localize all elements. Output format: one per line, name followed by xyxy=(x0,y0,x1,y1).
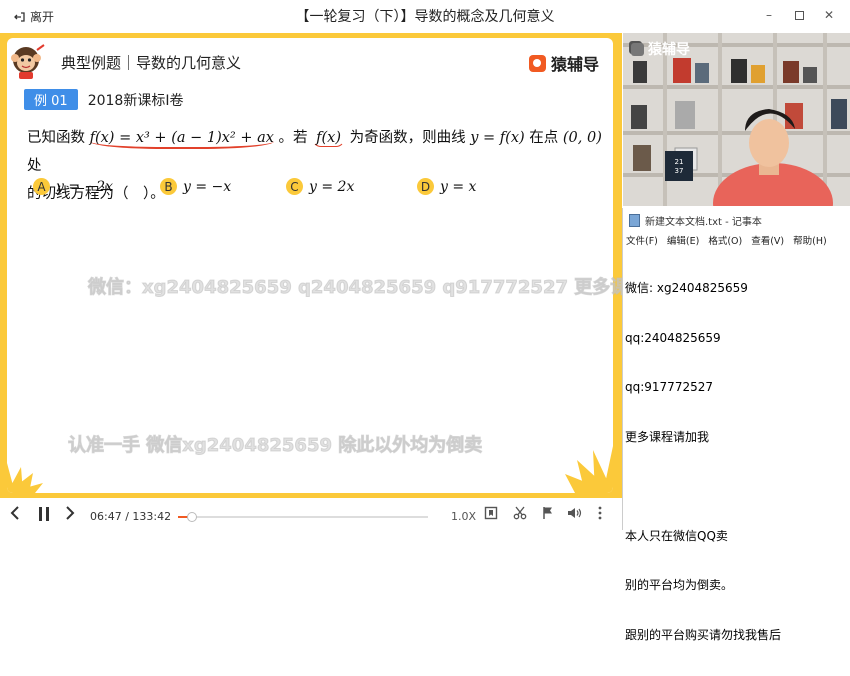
chevron-left-icon xyxy=(10,506,19,520)
camera-brand-text: 猿辅导 xyxy=(648,42,690,58)
notepad-menu-help[interactable]: 帮助(H) xyxy=(793,233,827,247)
slide-title: 典型例题｜导数的几何意义 xyxy=(61,54,242,72)
previous-button[interactable] xyxy=(10,506,20,520)
more-vertical-icon xyxy=(598,506,602,520)
pause-icon xyxy=(39,507,49,521)
choice-a[interactable]: A y = −2x xyxy=(33,178,113,195)
function-expression: f(x) = x³ + (a − 1)x² + ax xyxy=(89,130,274,149)
watermark-line1: 微信：xg2404825659 q2404825659 q917772527 更… xyxy=(87,277,647,299)
window-title: 【一轮复习（下）】导数的概念及几何意义 xyxy=(295,9,555,25)
bookmark-icon xyxy=(484,506,498,520)
current-time: 06:47 xyxy=(90,510,122,523)
notepad-window: 新建文本文档.txt - 记事本 文件(F) 编辑(E) 格式(O) 查看(V)… xyxy=(622,208,850,642)
speed-button[interactable]: 1.0X xyxy=(451,510,476,523)
brand-name: 猿辅导 xyxy=(550,55,599,74)
choice-d-text: y = x xyxy=(440,178,477,195)
bookmark-button[interactable] xyxy=(484,506,498,520)
answer-choices: A y = −2x B y = −x C y = 2x D y = x xyxy=(27,178,607,206)
choice-d[interactable]: D y = x xyxy=(417,178,476,195)
question-mid3: 在点 xyxy=(529,130,559,146)
notepad-menu-view[interactable]: 查看(V) xyxy=(751,233,784,247)
flag-icon xyxy=(543,507,552,519)
playback-time: 06:47 / 133:42 xyxy=(90,510,171,523)
progress-track[interactable] xyxy=(178,512,428,522)
corner-sunburst-icon xyxy=(7,463,43,493)
choice-b-text: y = −x xyxy=(183,178,232,195)
question-prefix: 已知函数 xyxy=(27,130,85,146)
notepad-menu-file[interactable]: 文件(F) xyxy=(626,233,658,247)
slide-frame: 典型例题｜导数的几何意义 猿辅导 例 01 2018新课标Ⅰ卷 已知函数 f(x… xyxy=(0,33,622,498)
curve-expression: y = f(x) xyxy=(470,130,525,146)
more-button[interactable] xyxy=(598,506,602,520)
flag-button[interactable] xyxy=(541,506,555,520)
point-expression: (0, 0) xyxy=(562,130,602,146)
watermark-line2: 认准一手 微信xg2404825659 除此以外均为倒卖 xyxy=(67,435,483,457)
notepad-menubar: 文件(F) 编辑(E) 格式(O) 查看(V) 帮助(H) xyxy=(626,233,827,247)
question-mid1: 。若 xyxy=(278,130,308,146)
monkey-mascot-icon xyxy=(11,44,45,79)
minimize-icon: – xyxy=(766,8,772,22)
brand-logo: 猿辅导 xyxy=(528,51,599,75)
notepad-line: qq:917772527 xyxy=(625,380,713,394)
clip-button[interactable] xyxy=(513,506,527,520)
chevron-right-icon xyxy=(66,506,75,520)
notepad-line xyxy=(625,478,849,495)
close-icon: ✕ xyxy=(823,8,835,22)
question-mid2: 为奇函数，则曲线 xyxy=(349,130,466,146)
camera-brand-logo: 猿辅导 xyxy=(631,39,690,59)
camera-feed: 21 37 猿辅导 xyxy=(623,33,850,206)
window-titlebar: 离开 【一轮复习（下）】导数的概念及几何意义 – ✕ xyxy=(0,0,850,32)
brand-icon xyxy=(528,54,546,72)
svg-text:37: 37 xyxy=(675,167,684,175)
camera-clock: 21 xyxy=(675,158,684,166)
leave-button[interactable]: 离开 xyxy=(14,8,54,25)
corner-sunburst-icon xyxy=(565,446,613,493)
choice-b-letter: B xyxy=(160,178,177,195)
function-fx: f(x) xyxy=(312,129,346,147)
question-end: 处 xyxy=(27,158,42,174)
notepad-titlebar: 新建文本文档.txt - 记事本 xyxy=(629,213,762,228)
choice-c[interactable]: C y = 2x xyxy=(286,178,354,195)
speaker-icon xyxy=(568,508,582,518)
notepad-menu-edit[interactable]: 编辑(E) xyxy=(667,233,699,247)
choice-d-letter: D xyxy=(417,178,434,195)
notepad-line: 跟别的平台购买请勿找我售后 xyxy=(625,627,782,642)
choice-c-letter: C xyxy=(286,178,303,195)
choice-c-text: y = 2x xyxy=(309,178,355,195)
notepad-line: 微信: xg2404825659 xyxy=(625,281,748,295)
exit-icon xyxy=(14,11,25,22)
maximize-icon xyxy=(794,10,804,20)
notepad-text-area[interactable]: 微信: xg2404825659 qq:2404825659 qq:917772… xyxy=(625,247,849,676)
example-badge: 例 01 xyxy=(24,89,78,110)
notepad-title: 新建文本文档.txt - 记事本 xyxy=(645,217,762,228)
time-separator: / xyxy=(125,510,129,523)
total-time: 133:42 xyxy=(132,510,172,523)
choice-a-text: y = −2x xyxy=(56,178,114,195)
choice-a-letter: A xyxy=(33,178,50,195)
slide: 典型例题｜导数的几何意义 猿辅导 例 01 2018新课标Ⅰ卷 已知函数 f(x… xyxy=(7,38,613,493)
notepad-menu-format[interactable]: 格式(O) xyxy=(708,233,742,247)
question-source: 2018新课标Ⅰ卷 xyxy=(87,92,184,109)
pause-button[interactable] xyxy=(37,506,51,522)
next-button[interactable] xyxy=(65,506,75,520)
notepad-line: 更多课程请加我 xyxy=(625,429,710,444)
maximize-button[interactable] xyxy=(786,5,812,25)
choice-b[interactable]: B y = −x xyxy=(160,178,231,195)
scissors-icon xyxy=(513,506,527,520)
minimize-button[interactable]: – xyxy=(756,5,782,25)
notepad-line: 别的平台均为倒卖。 xyxy=(625,578,734,592)
notepad-file-icon xyxy=(629,214,640,227)
player-controls: 06:47 / 133:42 1.0X xyxy=(0,500,622,530)
camera-logo-icon xyxy=(631,42,644,56)
notepad-line: qq:2404825659 xyxy=(625,330,721,345)
progress-thumb[interactable] xyxy=(186,512,197,522)
leave-label: 离开 xyxy=(30,10,55,24)
volume-button[interactable] xyxy=(567,506,582,520)
close-button[interactable]: ✕ xyxy=(816,5,842,25)
